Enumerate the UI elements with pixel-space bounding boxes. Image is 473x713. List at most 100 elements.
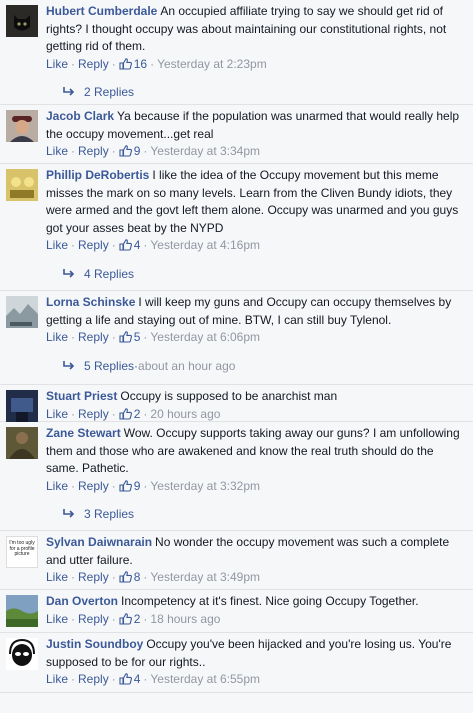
avatar[interactable]: [6, 638, 38, 670]
replies-count[interactable]: 4 Replies: [84, 267, 134, 281]
reply-link[interactable]: Reply: [78, 144, 109, 158]
separator: ·: [143, 144, 148, 159]
avatar[interactable]: [6, 595, 38, 627]
replies-count[interactable]: 2 Replies: [84, 85, 134, 99]
avatar[interactable]: [6, 169, 38, 201]
reply-link[interactable]: Reply: [78, 672, 109, 686]
reply-link[interactable]: Reply: [78, 612, 109, 626]
thumbs-up-icon[interactable]: [119, 612, 132, 631]
avatar[interactable]: [6, 427, 38, 459]
comment-actions: Like · Reply · 16 · Yesterday at 2:23pm: [46, 56, 465, 76]
like-link[interactable]: Like: [46, 144, 68, 158]
comment-timestamp[interactable]: Yesterday at 2:23pm: [157, 57, 267, 71]
thumbs-up-icon[interactable]: [119, 331, 132, 349]
like-link[interactable]: Like: [46, 330, 68, 344]
separator: ·: [71, 478, 76, 493]
separator: ·: [71, 611, 76, 626]
comment-feed: Hubert Cumberdale An occupied affiliate t…: [0, 0, 473, 693]
comment-timestamp[interactable]: Yesterday at 6:55pm: [150, 672, 260, 686]
reply-link[interactable]: Reply: [78, 57, 109, 71]
comment-author-link[interactable]: Hubert Cumberdale: [46, 4, 157, 18]
separator: ·: [111, 570, 116, 585]
avatar[interactable]: [6, 5, 38, 37]
comment-author-link[interactable]: Stuart Priest: [46, 389, 117, 403]
comment-actions: Like · Reply · 4 · Yesterday at 4:16pm: [46, 237, 465, 257]
like-link[interactable]: Like: [46, 407, 68, 421]
reply-link[interactable]: Reply: [78, 407, 109, 421]
separator: ·: [111, 611, 116, 626]
comment-body: Sylvan Daiwnarain No wonder the occupy mo…: [46, 534, 465, 569]
like-link[interactable]: Like: [46, 238, 68, 252]
reply-link[interactable]: Reply: [78, 330, 109, 344]
separator: ·: [71, 144, 76, 159]
like-count[interactable]: 16: [134, 57, 147, 71]
separator: ·: [111, 144, 116, 159]
avatar-text: I'm too ugly for a profile picture: [6, 536, 38, 568]
separator: ·: [143, 570, 148, 585]
view-replies-link[interactable]: 2 Replies: [46, 75, 465, 105]
comment-timestamp[interactable]: Yesterday at 4:16pm: [150, 238, 260, 252]
view-replies-link[interactable]: 3 Replies: [46, 497, 465, 527]
view-replies-link[interactable]: 4 Replies: [46, 257, 465, 287]
comment: Dan Overton Incompetency at it's finest. …: [0, 590, 473, 633]
like-link[interactable]: Like: [46, 672, 68, 686]
comment-body: Zane Stewart Wow. Occupy supports taking …: [46, 425, 465, 478]
reply-arrow-icon: [62, 85, 84, 99]
comment-timestamp[interactable]: Yesterday at 6:06pm: [150, 330, 260, 344]
comment-author-link[interactable]: Sylvan Daiwnarain: [46, 535, 152, 549]
comment-author-link[interactable]: Lorna Schinske: [46, 295, 135, 309]
reply-arrow-icon: [62, 267, 84, 281]
comment-timestamp[interactable]: Yesterday at 3:34pm: [150, 144, 260, 158]
reply-link[interactable]: Reply: [78, 479, 109, 493]
like-link[interactable]: Like: [46, 570, 68, 584]
view-replies-link[interactable]: 5 Replies·about an hour ago: [46, 349, 465, 379]
comment: Zane Stewart Wow. Occupy supports taking …: [0, 422, 473, 531]
comment-author-link[interactable]: Dan Overton: [46, 594, 118, 608]
replies-count[interactable]: 5 Replies: [84, 359, 134, 373]
comment-text: Occupy is supposed to be anarchist man: [120, 389, 338, 403]
avatar[interactable]: [6, 296, 38, 328]
thumbs-up-icon[interactable]: [119, 480, 132, 498]
comment-timestamp[interactable]: Yesterday at 3:49pm: [150, 570, 260, 584]
reply-arrow-icon: [62, 507, 84, 521]
comment-author-link[interactable]: Phillip DeRobertis: [46, 168, 149, 182]
comment: Jacob Clark Ya because if the population …: [0, 105, 473, 164]
avatar[interactable]: [6, 110, 38, 142]
comment: Lorna Schinske I will keep my guns and Oc…: [0, 291, 473, 385]
separator: ·: [143, 478, 148, 493]
avatar[interactable]: I'm too ugly for a profile picture: [6, 536, 38, 568]
comment-body: Stuart Priest Occupy is supposed to be an…: [46, 388, 465, 406]
like-link[interactable]: Like: [46, 612, 68, 626]
replies-timestamp: about an hour ago: [138, 358, 236, 373]
comment-author-link[interactable]: Zane Stewart: [46, 426, 121, 440]
separator: ·: [71, 56, 76, 71]
thumbs-up-icon[interactable]: [119, 673, 132, 691]
comment-timestamp[interactable]: 18 hours ago: [150, 612, 220, 626]
like-link[interactable]: Like: [46, 479, 68, 493]
separator: ·: [111, 56, 116, 71]
separator: ·: [143, 238, 148, 253]
reply-link[interactable]: Reply: [78, 570, 109, 584]
comment-timestamp[interactable]: 20 hours ago: [150, 407, 220, 421]
replies-count[interactable]: 3 Replies: [84, 507, 134, 521]
comment-actions: Like · Reply · 4 · Yesterday at 6:55pm: [46, 671, 465, 691]
comment-actions: Like · Reply · 8 · Yesterday at 3:49pm: [46, 569, 465, 589]
separator: ·: [71, 330, 76, 345]
separator: ·: [143, 330, 148, 345]
comment-actions: Like · Reply · 9 · Yesterday at 3:34pm: [46, 143, 465, 163]
comment-timestamp[interactable]: Yesterday at 3:32pm: [150, 479, 260, 493]
separator: ·: [150, 56, 155, 71]
avatar[interactable]: [6, 390, 38, 422]
thumbs-up-icon[interactable]: [119, 58, 132, 76]
separator: ·: [143, 406, 148, 421]
comment-author-link[interactable]: Justin Soundboy: [46, 637, 143, 651]
separator: ·: [111, 330, 116, 345]
thumbs-up-icon[interactable]: [119, 239, 132, 257]
separator: ·: [111, 478, 116, 493]
like-link[interactable]: Like: [46, 57, 68, 71]
comment-author-link[interactable]: Jacob Clark: [46, 109, 114, 123]
thumbs-up-icon[interactable]: [119, 571, 132, 589]
thumbs-up-icon[interactable]: [119, 145, 132, 163]
reply-link[interactable]: Reply: [78, 238, 109, 252]
comment-actions: Like · Reply · 2 · 18 hours ago: [46, 611, 465, 631]
